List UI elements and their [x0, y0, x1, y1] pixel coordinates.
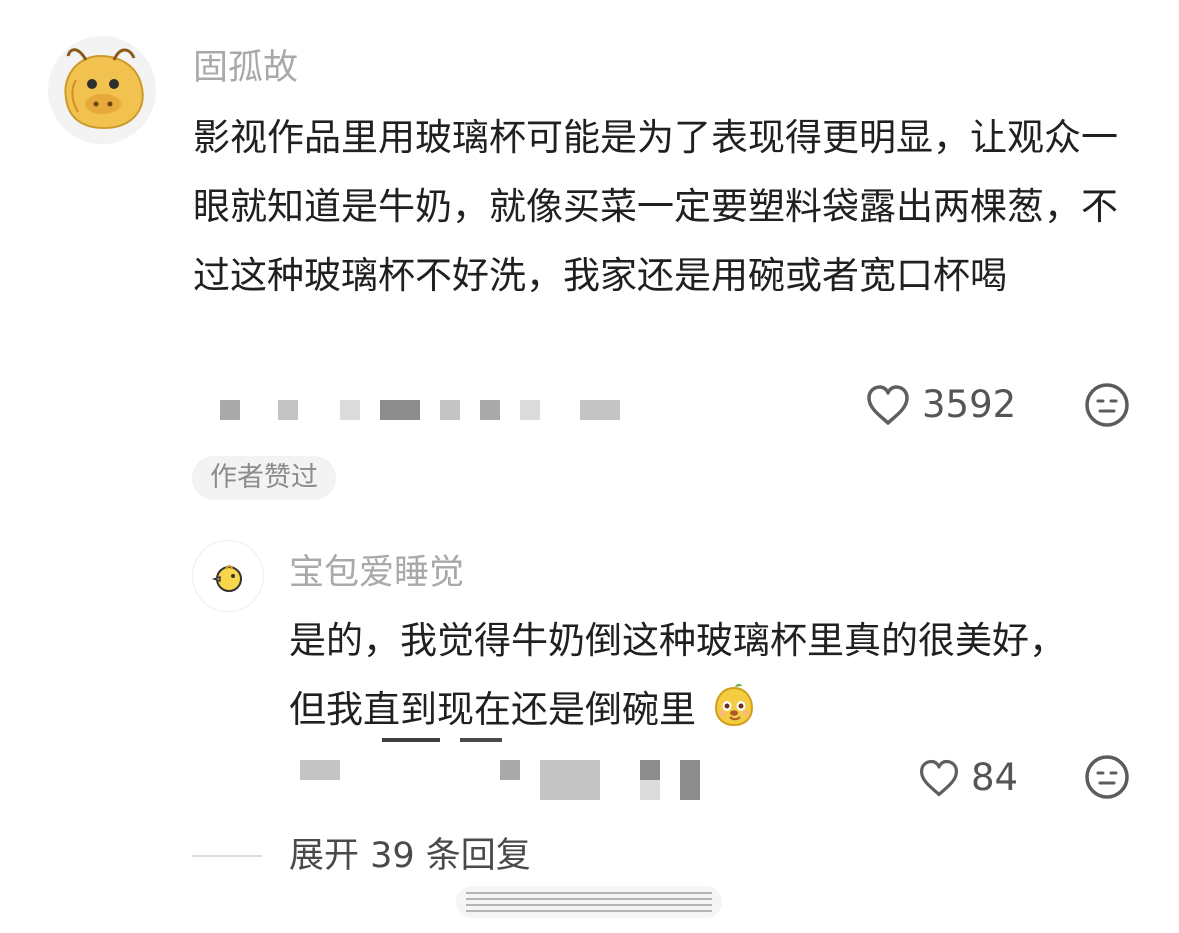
redacted-meta-segment	[640, 760, 660, 780]
redacted-watermark-line	[466, 892, 712, 894]
redacted-meta-segment	[300, 760, 340, 780]
reply-reaction-button[interactable]	[1083, 753, 1131, 801]
reply-text: 是的，我觉得牛奶倒这种玻璃杯里真的很美好，但我直到现在还是倒碗里	[289, 606, 1094, 744]
redacted-meta-segment	[680, 760, 700, 800]
comment-reaction-button[interactable]	[1083, 381, 1131, 429]
cow-avatar-icon	[48, 36, 156, 144]
reply-like-button[interactable]: 84	[917, 758, 1018, 798]
expand-replies-button[interactable]: 展开 39 条回复	[289, 836, 531, 876]
author-liked-badge: 作者赞过	[192, 456, 336, 500]
redacted-line-segment	[382, 738, 440, 742]
redacted-meta-segment	[220, 400, 240, 420]
redacted-meta-segment	[340, 400, 360, 420]
comment-username[interactable]: 固孤故	[193, 48, 298, 88]
redacted-meta-segment	[640, 780, 660, 800]
redacted-meta-segment	[380, 400, 420, 420]
redacted-meta-segment	[480, 400, 500, 420]
redacted-watermark-line	[466, 910, 712, 912]
reply-meta-redacted	[300, 760, 710, 800]
redacted-watermark-line	[466, 898, 712, 900]
comment-like-button[interactable]: 3592	[864, 384, 1016, 426]
comment-like-count: 3592	[922, 383, 1017, 426]
redacted-meta-segment	[440, 400, 460, 420]
expand-divider	[192, 855, 262, 857]
reply-text-content: 是的，我觉得牛奶倒这种玻璃杯里真的很美好，但我直到现在还是倒碗里	[289, 619, 1066, 731]
duck-avatar-icon	[194, 542, 263, 611]
heart-icon	[919, 759, 959, 797]
redacted-meta-segment	[278, 400, 298, 420]
redacted-underline	[382, 738, 522, 746]
redacted-watermark-line	[466, 904, 712, 906]
comment-meta-redacted	[220, 398, 630, 422]
heart-icon	[867, 385, 909, 425]
comment-text: 影视作品里用玻璃杯可能是为了表现得更明显，让观众一眼就知道是牛奶，就像买菜一定要…	[193, 116, 1118, 297]
reply-like-count: 84	[971, 756, 1019, 799]
redacted-meta-segment	[500, 760, 520, 780]
redacted-line-segment	[460, 738, 502, 742]
redacted-meta-segment	[580, 400, 620, 420]
smiling-mango-emoji	[710, 682, 758, 730]
neutral-face-icon	[1085, 383, 1129, 427]
neutral-face-icon	[1085, 755, 1129, 799]
redacted-meta-segment	[520, 400, 540, 420]
avatar[interactable]	[192, 540, 264, 612]
reply-username[interactable]: 宝包爱睡觉	[289, 553, 464, 593]
redacted-meta-segment	[540, 760, 600, 800]
redacted-watermark	[456, 886, 722, 918]
avatar[interactable]	[48, 36, 156, 144]
